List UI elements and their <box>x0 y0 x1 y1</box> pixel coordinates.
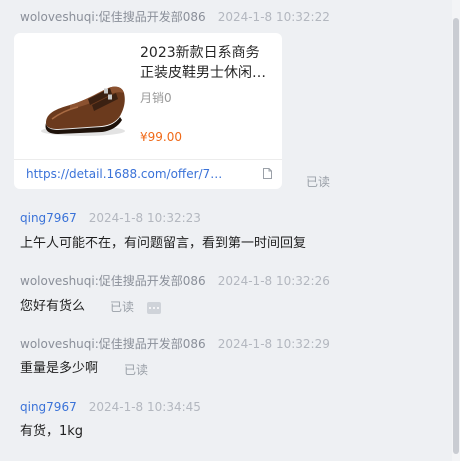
product-title-line1: 2023新款日系商务 <box>140 45 260 61</box>
read-status: 已读 <box>124 363 149 377</box>
message-meta: qing7967 2024-1-8 10:32:23 <box>20 211 201 225</box>
sender-name: qing7967 <box>20 211 77 225</box>
message-text: 上午人可能不在，有问题留言，看到第一时间回复 <box>20 236 307 251</box>
product-sales: 月销0 <box>140 91 172 105</box>
message-time: 2024-1-8 10:32:23 <box>88 211 201 225</box>
message-meta: woloveshuqi:促佳搜品开发部086 2024-1-8 10:32:22 <box>20 10 330 24</box>
sender-name: qing7967 <box>20 400 77 414</box>
product-title-line2: 正装皮鞋男士休闲… <box>140 65 266 81</box>
document-icon[interactable] <box>263 168 272 179</box>
message-meta: qing7967 2024-1-8 10:34:45 <box>20 400 201 414</box>
message-text: 有货，1kg <box>20 424 84 439</box>
product-link[interactable]: https://detail.1688.com/offer/75… <box>26 167 226 181</box>
message-time: 2024-1-8 10:32:26 <box>217 274 330 288</box>
chat-message-list: woloveshuqi:促佳搜品开发部086 2024-1-8 10:32:22 … <box>0 0 452 461</box>
product-title[interactable]: 2023新款日系商务 正装皮鞋男士休闲… <box>140 43 272 83</box>
message-time: 2024-1-8 10:32:22 <box>217 10 330 24</box>
message-meta: woloveshuqi:促佳搜品开发部086 2024-1-8 10:32:26 <box>20 274 330 288</box>
read-status: 已读 <box>306 175 331 189</box>
more-dots-icon[interactable] <box>147 302 161 314</box>
message-text: 重量是多少啊 <box>20 361 99 376</box>
message-time: 2024-1-8 10:32:29 <box>217 337 330 351</box>
scrollbar-thumb[interactable] <box>453 18 459 454</box>
product-card[interactable]: 2023新款日系商务 正装皮鞋男士休闲… 月销0 ¥99.00 https://… <box>14 33 282 189</box>
message-text: 您好有货么 <box>20 299 86 314</box>
scrollbar[interactable] <box>452 0 460 461</box>
message-meta: woloveshuqi:促佳搜品开发部086 2024-1-8 10:32:29 <box>20 337 330 351</box>
card-divider <box>14 159 282 160</box>
read-status: 已读 <box>110 300 135 314</box>
sender-name: woloveshuqi:促佳搜品开发部086 <box>20 274 206 288</box>
product-image[interactable] <box>26 47 136 157</box>
product-price: ¥99.00 <box>140 130 182 144</box>
sender-name: woloveshuqi:促佳搜品开发部086 <box>20 337 206 351</box>
sender-name: woloveshuqi:促佳搜品开发部086 <box>20 10 206 24</box>
message-time: 2024-1-8 10:34:45 <box>88 400 201 414</box>
